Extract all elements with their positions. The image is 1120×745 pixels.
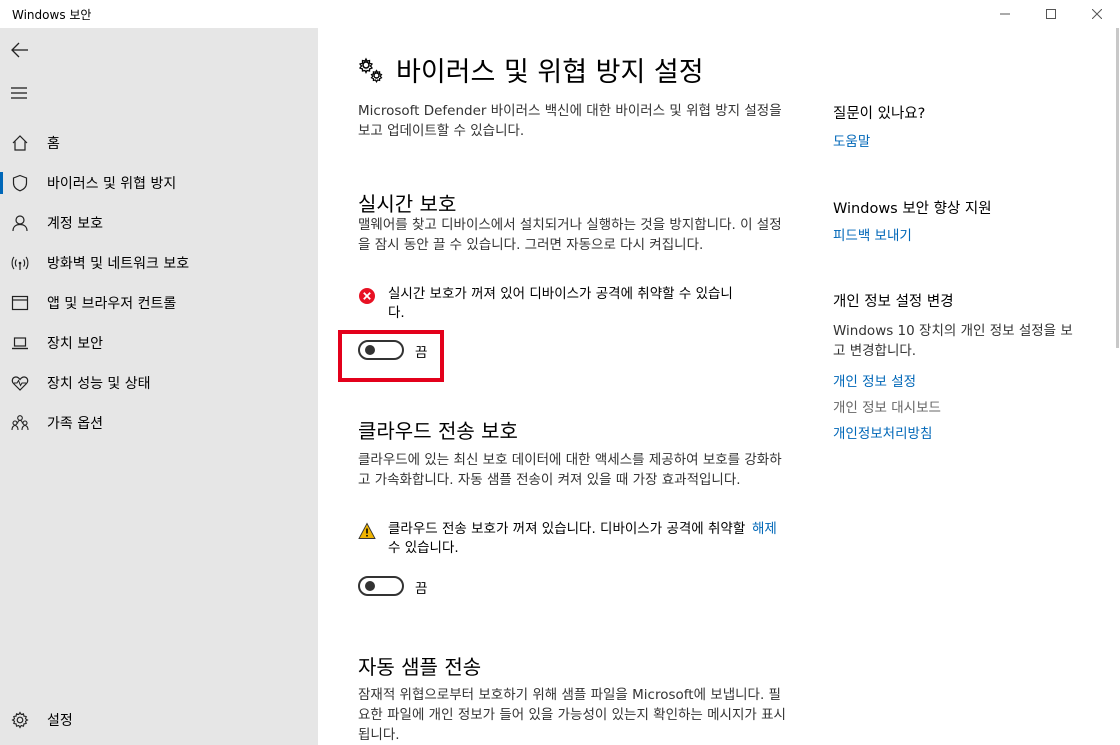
toggle-knob [365, 345, 375, 355]
sidebar-item-firewall[interactable]: 방화벽 및 네트워크 보호 [0, 243, 318, 283]
privacy-dashboard-link[interactable]: 개인 정보 대시보드 [833, 396, 941, 416]
sidebar-item-label: 설정 [47, 713, 73, 729]
privacy-settings-link[interactable]: 개인 정보 설정 [833, 370, 916, 390]
help-link[interactable]: 도움말 [833, 130, 870, 150]
gears-icon [358, 57, 383, 83]
error-icon [359, 288, 375, 304]
sidebar-item-home[interactable]: 홈 [0, 123, 318, 163]
page-title: 바이러스 및 위협 방지 설정 [358, 50, 704, 89]
section-title-cloud: 클라우드 전송 보호 [358, 419, 518, 443]
dismiss-link[interactable]: 해제 [752, 520, 777, 539]
hamburger-icon [11, 87, 27, 99]
sidebar-item-account-protection[interactable]: 계정 보호 [0, 203, 318, 243]
hamburger-menu-button[interactable] [10, 85, 28, 99]
wireless-icon [11, 254, 29, 272]
sidebar-item-label: 장치 보안 [47, 336, 103, 352]
sidebar-item-device-health[interactable]: 장치 성능 및 상태 [0, 363, 318, 403]
question-heading: 질문이 있나요? [833, 106, 926, 122]
app-window-icon [11, 294, 29, 312]
cloud-protection-toggle[interactable] [358, 576, 404, 596]
back-button[interactable] [10, 40, 30, 60]
sidebar-item-label: 방화벽 및 네트워크 보호 [47, 256, 190, 272]
laptop-icon [11, 334, 29, 352]
family-icon [11, 414, 29, 432]
close-icon [1092, 9, 1102, 19]
sidebar: 홈 바이러스 및 위협 방지 계정 보호 방화벽 및 네트워크 보호 앱 및 브… [0, 28, 318, 745]
sidebar-item-label: 계정 보호 [47, 216, 103, 232]
minimize-icon [1000, 13, 1010, 15]
title-bar: Windows 보안 [0, 0, 1120, 28]
cloud-alert-text: 클라우드 전송 보호가 꺼져 있습니다. 디바이스가 공격에 취약할 수 있습니… [388, 521, 746, 556]
close-button[interactable] [1074, 0, 1120, 28]
improve-heading: Windows 보안 향상 지원 [833, 201, 992, 217]
sidebar-item-settings[interactable]: 설정 [0, 700, 318, 740]
minimize-button[interactable] [982, 0, 1028, 28]
privacy-text: Windows 10 장치의 개인 정보 설정을 보고 변경합니다. [833, 323, 1073, 359]
section-title-sample: 자동 샘플 전송 [358, 655, 482, 679]
sidebar-item-label: 바이러스 및 위협 방지 [47, 176, 177, 192]
warning-icon [358, 522, 376, 539]
privacy-heading: 개인 정보 설정 변경 [833, 294, 954, 310]
page-title-text: 바이러스 및 위협 방지 설정 [396, 57, 704, 88]
section-description-realtime: 맬웨어를 찾고 디바이스에서 설치되거나 실행하는 것을 방지합니다. 이 설정… [358, 217, 782, 253]
maximize-button[interactable] [1028, 0, 1074, 28]
home-icon [11, 134, 29, 152]
window-title: Windows 보안 [12, 8, 92, 22]
sidebar-item-device-security[interactable]: 장치 보안 [0, 323, 318, 363]
heart-pulse-icon [11, 374, 29, 392]
feedback-link[interactable]: 피드백 보내기 [833, 224, 912, 244]
cloud-toggle-label: 끔 [415, 581, 428, 597]
realtime-toggle-label: 끔 [415, 345, 428, 361]
realtime-alert-text: 실시간 보호가 꺼져 있어 디바이스가 공격에 취약할 수 있습니다. [388, 286, 733, 321]
gear-icon [11, 711, 29, 729]
maximize-icon [1046, 9, 1056, 19]
section-title-realtime: 실시간 보호 [358, 192, 457, 216]
section-description-sample: 잠재적 위협으로부터 보호하기 위해 샘플 파일을 Microsoft에 보냅니… [358, 687, 786, 743]
sidebar-item-label: 장치 성능 및 상태 [47, 376, 151, 392]
back-arrow-icon [11, 42, 28, 58]
scrollbar[interactable] [1114, 28, 1120, 348]
page-description: Microsoft Defender 바이러스 백신에 대한 바이러스 및 위협… [358, 103, 782, 139]
selection-indicator [0, 172, 3, 194]
sidebar-item-label: 가족 옵션 [47, 416, 103, 432]
sidebar-item-label: 홈 [47, 136, 60, 152]
main-content: 바이러스 및 위협 방지 설정 Microsoft Defender 바이러스 … [318, 28, 1114, 745]
scrollbar-thumb[interactable] [1116, 28, 1119, 348]
privacy-statement-link[interactable]: 개인정보처리방침 [833, 422, 932, 442]
sidebar-item-virus-protection[interactable]: 바이러스 및 위협 방지 [0, 163, 318, 203]
realtime-protection-toggle[interactable] [358, 340, 404, 360]
sidebar-item-family-options[interactable]: 가족 옵션 [0, 403, 318, 443]
section-description-cloud: 클라우드에 있는 최신 보호 데이터에 대한 액세스를 제공하여 보호를 강화하… [358, 452, 782, 488]
sidebar-item-app-browser[interactable]: 앱 및 브라우저 컨트롤 [0, 283, 318, 323]
sidebar-item-label: 앱 및 브라우저 컨트롤 [47, 296, 177, 312]
toggle-knob [365, 581, 375, 591]
person-icon [11, 214, 29, 232]
shield-icon [11, 174, 29, 192]
